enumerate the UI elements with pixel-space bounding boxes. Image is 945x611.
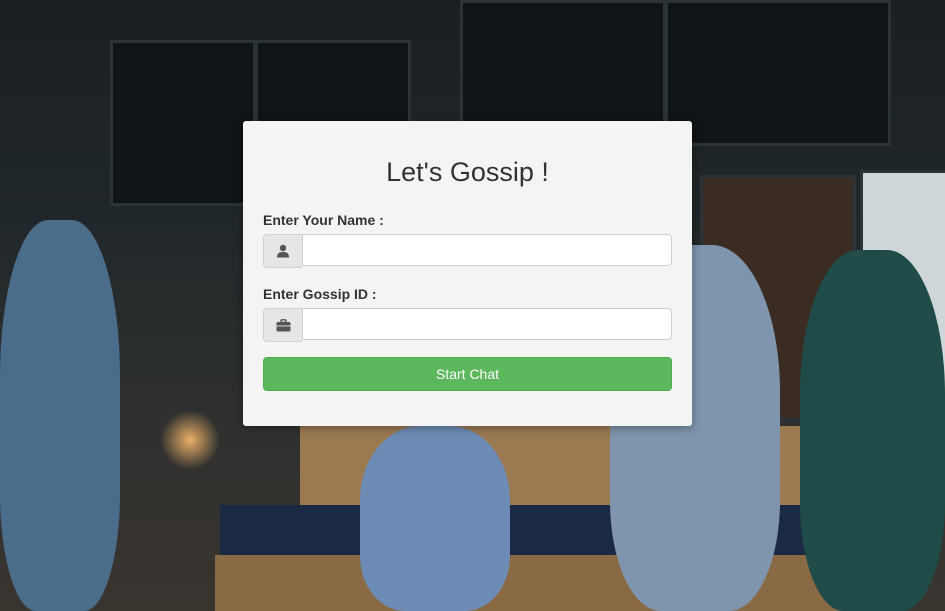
person-center (360, 426, 510, 611)
person-far-right (800, 250, 945, 611)
person-left (0, 220, 120, 611)
login-card: Let's Gossip ! Enter Your Name : Enter G… (243, 121, 692, 426)
gossip-id-input[interactable] (302, 308, 672, 340)
window-pane (110, 40, 256, 206)
name-input-group (263, 234, 672, 268)
gossip-id-input-group (263, 308, 672, 342)
page-title: Let's Gossip ! (386, 157, 549, 187)
user-icon (263, 234, 302, 268)
gossip-id-label: Enter Gossip ID : (263, 286, 377, 302)
start-chat-button[interactable]: Start Chat (263, 357, 672, 391)
name-input[interactable] (302, 234, 672, 266)
name-label: Enter Your Name : (263, 212, 384, 228)
briefcase-icon (263, 308, 302, 342)
window-pane (665, 0, 891, 146)
glass-glow (160, 410, 220, 470)
window-pane (460, 0, 666, 126)
